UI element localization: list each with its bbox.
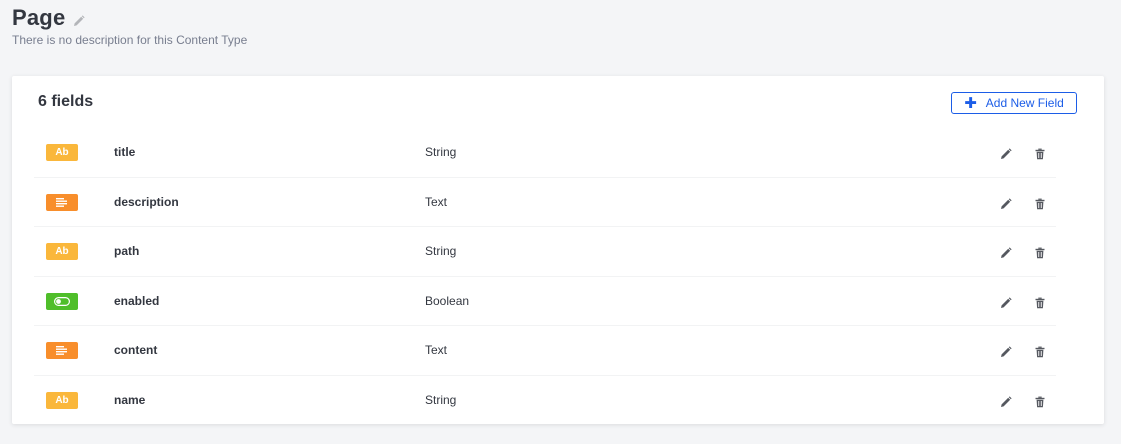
content-type-description: There is no description for this Content… [12, 33, 248, 47]
pencil-icon[interactable] [1000, 345, 1012, 357]
text-paragraph-icon [46, 193, 78, 211]
trash-icon[interactable] [1034, 246, 1046, 259]
field-name: path [114, 244, 140, 258]
field-row[interactable]: enabled Boolean [34, 277, 1056, 326]
add-new-field-button[interactable]: ✚ Add New Field [951, 92, 1077, 114]
plus-icon: ✚ [964, 94, 977, 112]
text-paragraph-glyph [56, 346, 67, 355]
field-row[interactable]: description Text [34, 178, 1056, 227]
text-string-icon: Ab [46, 391, 78, 409]
field-name: title [114, 145, 136, 159]
field-row[interactable]: content Text [34, 326, 1056, 376]
pencil-icon[interactable] [1000, 296, 1012, 308]
page-title: Page [12, 5, 66, 30]
fields-list: Ab title String description Text Ab path… [34, 128, 1056, 424]
field-type: String [425, 145, 457, 159]
pencil-icon[interactable] [1000, 197, 1012, 209]
page-header: Page There is no description for this Co… [12, 4, 247, 47]
badge-label: Ab [55, 394, 69, 406]
pencil-icon[interactable] [73, 14, 85, 26]
trash-icon[interactable] [1034, 345, 1046, 358]
field-type: Text [425, 343, 448, 357]
field-type: String [425, 244, 457, 258]
pencil-icon[interactable] [1000, 246, 1012, 258]
fields-count: 6 fields [38, 93, 94, 110]
field-type: Boolean [425, 293, 470, 308]
fields-panel: 6 fields ✚ Add New Field Ab title String [12, 76, 1104, 424]
field-type: String [425, 392, 457, 407]
field-name: content [114, 343, 158, 357]
badge-label: Ab [55, 246, 69, 257]
trash-icon[interactable] [1034, 147, 1046, 160]
field-type: Text [425, 194, 448, 209]
text-paragraph-icon [46, 342, 78, 359]
trash-icon[interactable] [1034, 197, 1046, 209]
pencil-icon[interactable] [1000, 395, 1012, 407]
add-new-field-label: Add New Field [985, 96, 1064, 110]
title-row: Page [12, 4, 247, 32]
pencil-icon[interactable] [1000, 147, 1012, 159]
toggle-icon [46, 292, 78, 310]
field-row[interactable]: Ab name String [34, 376, 1056, 425]
trash-icon[interactable] [1034, 296, 1046, 308]
badge-label: Ab [55, 147, 69, 158]
text-string-icon: Ab [46, 243, 78, 260]
field-name: description [114, 194, 179, 209]
trash-icon[interactable] [1034, 395, 1046, 407]
text-string-icon: Ab [46, 144, 78, 161]
field-name: enabled [114, 293, 160, 308]
field-name: name [114, 392, 146, 407]
field-row[interactable]: Ab path String [34, 227, 1056, 277]
toggle-glyph [54, 296, 70, 306]
field-row[interactable]: Ab title String [34, 128, 1056, 178]
text-paragraph-glyph [56, 197, 67, 207]
